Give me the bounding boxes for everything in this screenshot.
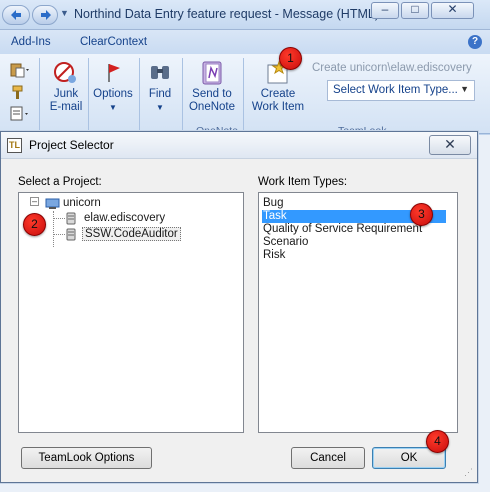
redo-arrow-icon	[41, 10, 51, 20]
work-item-types-list[interactable]: Bug Task Quality of Service Requirement …	[258, 192, 458, 433]
undo-button[interactable]	[2, 5, 30, 25]
tab-add-ins[interactable]: Add-Ins	[11, 36, 51, 48]
tab-clearcontext[interactable]: ClearContext	[80, 36, 147, 48]
junk-sub-label: E-mail	[49, 101, 83, 113]
dialog-close-button[interactable]: ✕	[429, 135, 471, 155]
server-icon	[45, 198, 60, 209]
options-dropdown-icon: ▼	[109, 103, 117, 112]
collapse-toggle-icon[interactable]: –	[30, 197, 39, 206]
close-icon: ✕	[447, 2, 458, 16]
resize-grip-icon[interactable]: ⋰	[464, 467, 473, 478]
list-item[interactable]: Risk	[262, 249, 446, 262]
select-project-label: Select a Project:	[18, 176, 102, 188]
help-icon[interactable]: ?	[468, 35, 482, 49]
send-to-onenote-button[interactable]: Send to OneNote	[186, 60, 238, 114]
paste-icon[interactable]	[10, 62, 29, 78]
onenote-label: OneNote	[188, 101, 236, 113]
ribbon-separator	[39, 58, 40, 130]
create-work-item-button[interactable]: Create Work Item	[249, 60, 307, 114]
teamlook-icon: TL	[7, 138, 22, 153]
ribbon-separator	[88, 58, 89, 130]
create-unicorn-link[interactable]: Create unicorn\elaw.ediscovery	[312, 62, 472, 74]
tree-child-label: elaw.ediscovery	[84, 212, 166, 224]
create-label: Create	[260, 88, 296, 100]
step-badge-2: 2	[23, 213, 46, 236]
binoculars-icon	[147, 60, 173, 86]
window-background	[478, 135, 490, 492]
find-dropdown-icon: ▼	[156, 103, 164, 112]
minimize-button[interactable]: –	[371, 2, 399, 19]
project-selector-dialog: TL Project Selector ✕ Select a Project: …	[0, 131, 478, 483]
maximize-icon: □	[411, 2, 419, 16]
work-item-type-select[interactable]: Select Work Item Type... ▼	[327, 80, 475, 101]
list-item[interactable]: Scenario	[262, 236, 446, 249]
minimize-icon: –	[381, 2, 389, 16]
ribbon-separator	[243, 58, 244, 130]
step-badge-1: 1	[279, 47, 302, 70]
options-label: Options	[93, 88, 133, 100]
step-badge-3: 3	[410, 203, 433, 226]
work-item-label: Work Item	[251, 101, 305, 113]
close-icon: ✕	[444, 136, 456, 152]
ribbon-separator	[182, 58, 183, 130]
options-button[interactable]: Options ▼	[91, 60, 135, 114]
step-badge-4: 4	[426, 430, 449, 453]
maximize-button[interactable]: □	[401, 2, 429, 19]
dialog-title-bar: TL Project Selector ✕	[1, 132, 477, 159]
chevron-down-icon: ▼	[460, 84, 469, 94]
tree-line	[53, 234, 65, 235]
find-button[interactable]: Find ▼	[142, 60, 178, 114]
onenote-icon	[199, 60, 225, 86]
close-window-button[interactable]: ✕	[431, 2, 474, 19]
undo-arrow-icon	[11, 10, 21, 20]
junk-email-button[interactable]: Junk E-mail	[44, 60, 88, 114]
quick-access-dropdown-icon[interactable]: ▼	[60, 8, 69, 18]
send-to-label: Send to	[192, 88, 232, 100]
teamlook-options-button[interactable]: TeamLook Options	[21, 447, 152, 469]
project-tree[interactable]: – unicorn elaw.ediscovery SSW.CodeAudito…	[18, 192, 244, 433]
window-title: Northind Data Entry feature request - Me…	[74, 7, 379, 21]
window-background	[0, 483, 490, 492]
tree-child-label: SSW.CodeAuditor	[82, 227, 181, 241]
database-icon	[66, 212, 76, 225]
work-item-types-label: Work Item Types:	[258, 176, 348, 188]
find-label: Find	[148, 88, 172, 100]
ribbon-separator	[139, 58, 140, 130]
tree-line	[53, 211, 54, 247]
tree-root-label: unicorn	[63, 197, 101, 209]
properties-icon[interactable]	[10, 106, 28, 122]
tree-line	[53, 218, 65, 219]
outlook-title-bar: ▼ Northind Data Entry feature request - …	[0, 0, 490, 30]
database-icon	[66, 228, 76, 241]
ribbon-tabs: Add-Ins ClearContext ?	[0, 30, 490, 54]
junk-label: Junk	[53, 88, 79, 100]
format-painter-icon[interactable]	[10, 84, 26, 100]
dialog-title: Project Selector	[29, 138, 114, 152]
flag-icon	[100, 60, 126, 86]
cancel-button[interactable]: Cancel	[291, 447, 365, 469]
work-item-type-value: Select Work Item Type...	[333, 84, 458, 96]
redo-button[interactable]	[32, 5, 58, 25]
junk-email-icon	[53, 60, 79, 86]
